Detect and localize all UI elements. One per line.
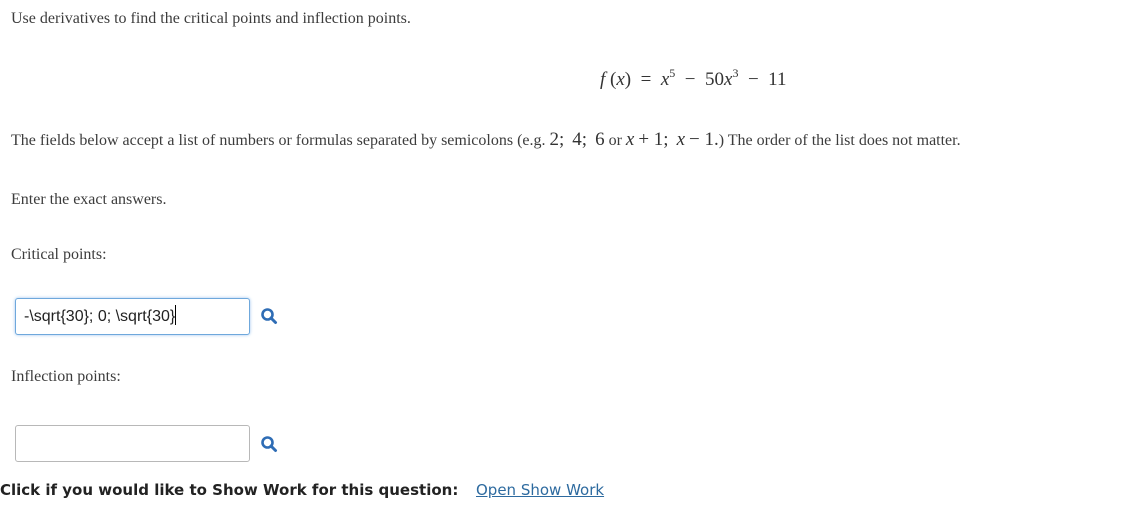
formula-term2-exp: 3 bbox=[732, 66, 739, 80]
inflection-points-input[interactable] bbox=[15, 425, 250, 462]
formula-paren-close: ) bbox=[624, 69, 632, 90]
note-example-2: 4; bbox=[572, 129, 588, 150]
note-or: or bbox=[604, 132, 626, 149]
exact-answers-note: Enter the exact answers. bbox=[11, 191, 167, 208]
formula-x: x bbox=[616, 69, 625, 90]
critical-points-label: Critical points: bbox=[11, 246, 107, 263]
question-instruction: Use derivatives to find the critical poi… bbox=[11, 10, 411, 27]
show-work-prompt: Click if you would like to Show Work for… bbox=[0, 481, 459, 499]
fields-format-note: The fields below accept a list of number… bbox=[11, 129, 961, 151]
critical-preview-magnifier-icon[interactable] bbox=[260, 307, 278, 325]
function-formula: f (x) = x5 − 50x3 − 11 bbox=[600, 66, 786, 91]
critical-points-value: -\sqrt{30}; 0; \sqrt{30} bbox=[24, 308, 176, 325]
formula-term3: 11 bbox=[768, 69, 787, 90]
note-example-5-var: x bbox=[676, 129, 686, 150]
formula-f: f bbox=[600, 69, 606, 90]
inflection-preview-magnifier-icon[interactable] bbox=[260, 435, 278, 453]
note-example-4-var: x bbox=[625, 129, 635, 150]
open-show-work-link[interactable]: Open Show Work bbox=[476, 481, 604, 499]
note-example-4-rest: + 1; bbox=[638, 129, 669, 150]
formula-term1-exp: 5 bbox=[669, 66, 676, 80]
critical-points-input[interactable]: -\sqrt{30}; 0; \sqrt{30} bbox=[15, 298, 250, 335]
note-example-1: 2; bbox=[549, 129, 565, 150]
formula-minus-1: − bbox=[684, 69, 696, 90]
note-suffix: ) The order of the list does not matter. bbox=[718, 132, 961, 149]
inflection-points-label: Inflection points: bbox=[11, 368, 121, 385]
formula-term2-coef: 50 bbox=[705, 69, 724, 90]
formula-equals: = bbox=[640, 69, 652, 90]
text-cursor bbox=[175, 305, 177, 325]
note-prefix: The fields below accept a list of number… bbox=[11, 132, 550, 149]
note-example-5-rest: − 1. bbox=[689, 129, 719, 150]
formula-minus-2: − bbox=[747, 69, 759, 90]
note-example-3: 6 bbox=[595, 129, 605, 150]
